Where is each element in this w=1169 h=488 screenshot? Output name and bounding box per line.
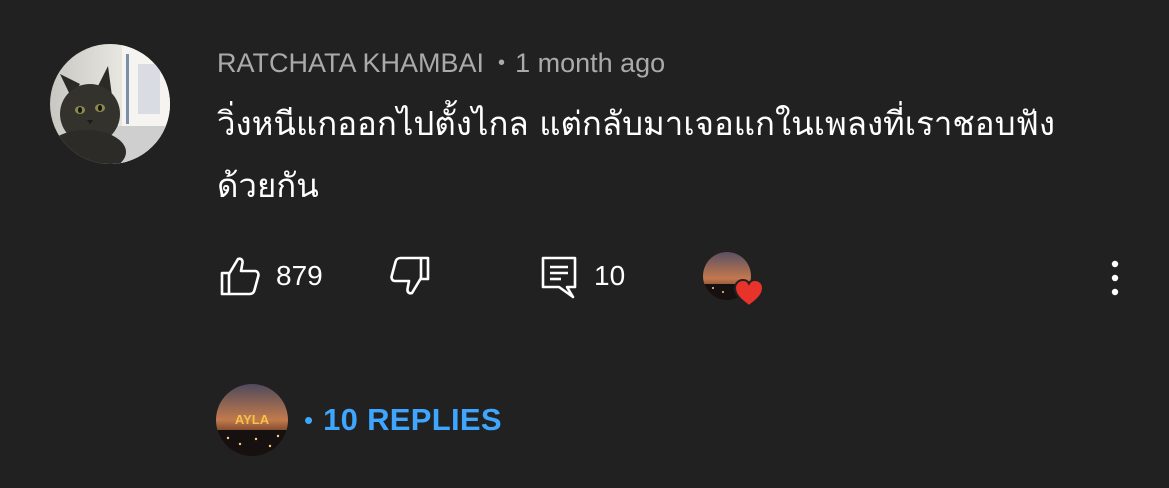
thumbs-down-icon xyxy=(390,256,430,295)
view-replies-button[interactable]: 10 REPLIES xyxy=(323,402,502,438)
comment-icon xyxy=(541,256,577,299)
comment-action-bar: 879 10 xyxy=(0,250,1169,308)
comment-text-line-1: วิ่งหนีแกออกไปตั้งไกล แต่กลับมาเจอแกในเพ… xyxy=(217,104,1055,143)
more-vertical-icon xyxy=(1111,260,1119,296)
thumbs-up-icon xyxy=(220,257,260,296)
more-options-button[interactable] xyxy=(1100,254,1130,298)
reply-author-avatar: AYLA xyxy=(216,384,288,456)
creator-heart-badge xyxy=(733,278,765,313)
replies-separator: • xyxy=(304,404,314,435)
author-avatar[interactable] xyxy=(50,44,170,164)
comment-meta: RATCHATA KHAMBAI • 1 month ago xyxy=(217,44,665,82)
meta-separator: • xyxy=(498,51,506,74)
author-name[interactable]: RATCHATA KHAMBAI xyxy=(217,48,484,79)
cat-avatar-image xyxy=(50,44,170,164)
heart-icon xyxy=(733,278,765,308)
reply-count: 10 xyxy=(594,260,626,291)
view-replies-row[interactable]: AYLA • 10 REPLIES xyxy=(216,384,502,456)
dislike-button[interactable] xyxy=(386,254,434,298)
avatar-ayla-text: AYLA xyxy=(235,412,270,427)
comment-time: 1 month ago xyxy=(515,47,666,78)
ayla-avatar-image: AYLA xyxy=(216,384,288,456)
like-count: 879 xyxy=(276,260,323,291)
like-button[interactable] xyxy=(216,254,264,298)
comment-text: วิ่งหนีแกออกไปตั้งไกล แต่กลับมาเจอแกในเพ… xyxy=(217,93,1117,217)
comment-text-line-2: ด้วยกัน xyxy=(217,166,319,205)
reply-button[interactable] xyxy=(538,252,580,302)
comment-thread: RATCHATA KHAMBAI • 1 month ago วิ่งหนีแก… xyxy=(0,0,1169,488)
